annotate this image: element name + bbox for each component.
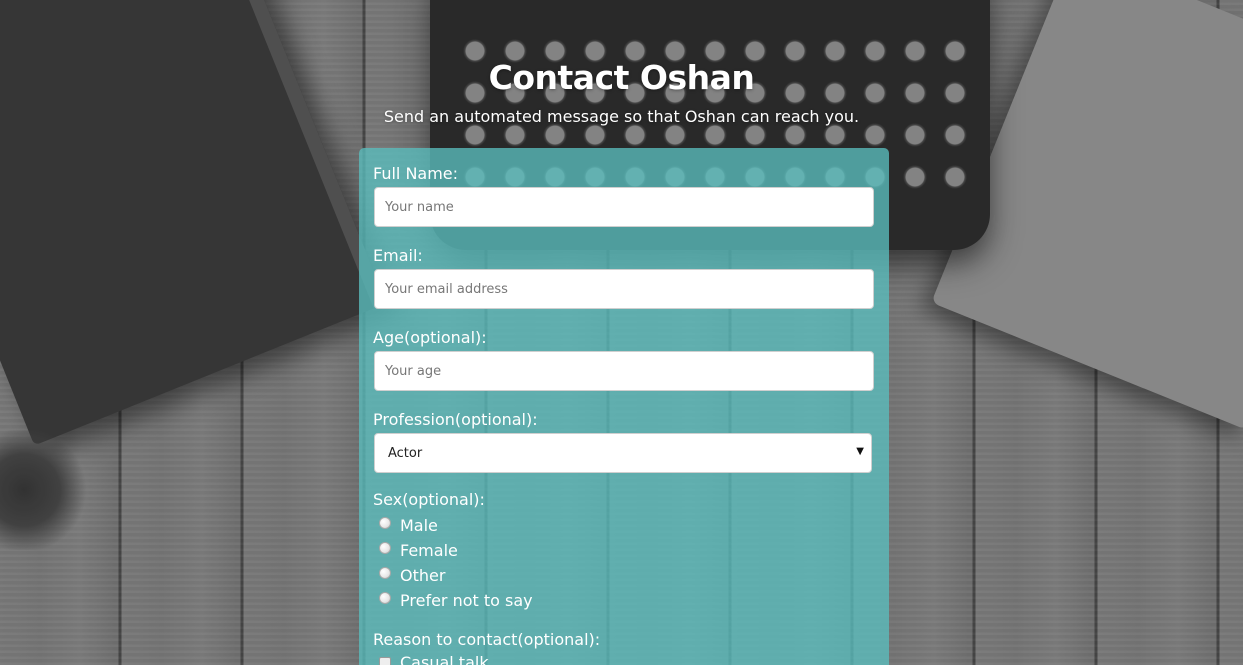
- page: Contact Oshan Send an automated message …: [0, 0, 1243, 665]
- radio-button[interactable]: [379, 516, 391, 529]
- email-label: Email:: [373, 246, 423, 265]
- reason-label: Reason to contact(optional):: [373, 630, 601, 649]
- full-name-input[interactable]: [374, 187, 874, 227]
- profession-label: Profession(optional):: [373, 410, 538, 429]
- profession-selected-value: Actor: [388, 446, 423, 461]
- profession-select[interactable]: Actor ▼: [374, 433, 872, 473]
- contact-form: Full Name: Email: Age(optional): Profess…: [359, 148, 889, 665]
- checkbox-label: Casual talk: [400, 653, 489, 665]
- page-title: Contact Oshan: [488, 58, 755, 97]
- radio-button[interactable]: [379, 591, 391, 604]
- sex-option-prefer-not-to-say[interactable]: Prefer not to say: [379, 589, 533, 611]
- reason-option-casual-talk[interactable]: Casual talk: [379, 653, 489, 665]
- sex-option-male[interactable]: Male: [379, 514, 438, 536]
- age-input[interactable]: [374, 351, 874, 391]
- page-header: Contact Oshan Send an automated message …: [0, 58, 1243, 126]
- sex-label: Sex(optional):: [373, 490, 485, 509]
- page-subtitle: Send an automated message so that Oshan …: [383, 107, 860, 126]
- email-input[interactable]: [374, 269, 874, 309]
- sex-option-female[interactable]: Female: [379, 539, 458, 561]
- age-label: Age(optional):: [373, 328, 487, 347]
- sex-option-other[interactable]: Other: [379, 564, 445, 586]
- radio-label: Prefer not to say: [400, 590, 533, 610]
- radio-label: Female: [400, 540, 458, 560]
- radio-button[interactable]: [379, 566, 391, 579]
- checkbox[interactable]: [379, 656, 391, 665]
- full-name-label: Full Name:: [373, 164, 459, 183]
- radio-label: Male: [400, 515, 438, 535]
- radio-button[interactable]: [379, 541, 391, 554]
- dropdown-arrow-icon: ▼: [856, 446, 864, 457]
- radio-label: Other: [400, 565, 446, 585]
